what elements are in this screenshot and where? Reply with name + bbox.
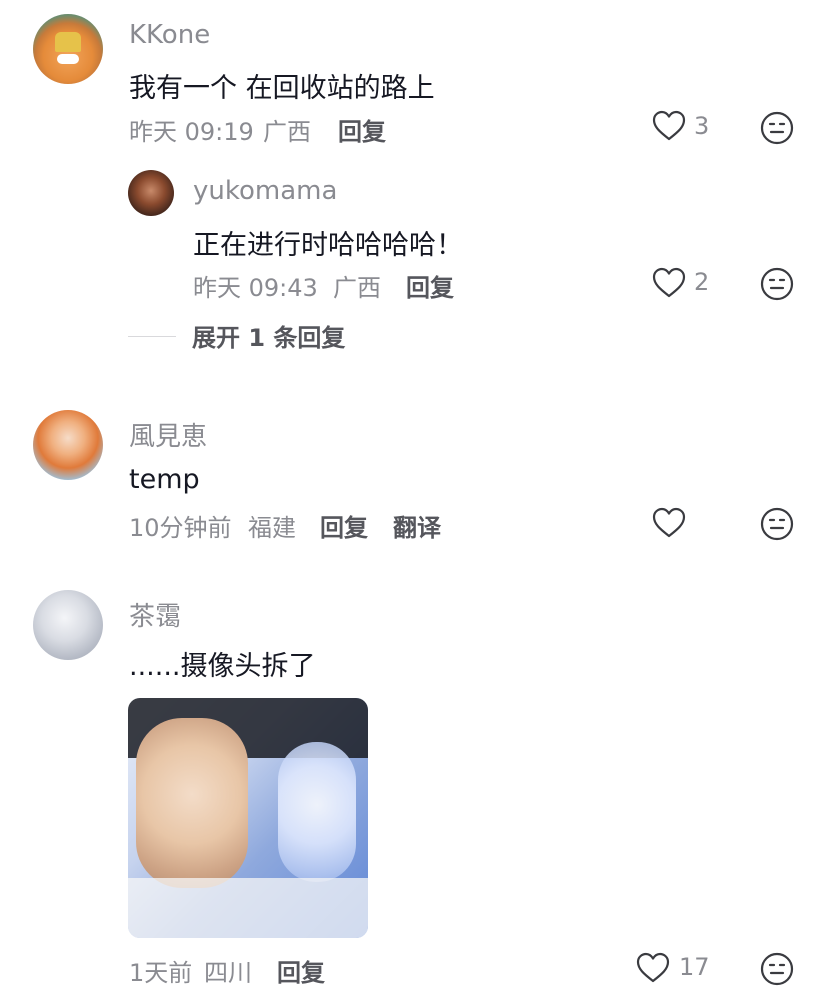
avatar-kkone[interactable] (33, 14, 103, 84)
neutral-face-icon[interactable] (760, 952, 794, 986)
reply-button[interactable]: 回复 (406, 268, 454, 303)
heart-icon[interactable] (652, 507, 686, 539)
reply-username[interactable]: yukomama (193, 176, 337, 206)
comment-username[interactable]: 風見恵 (129, 416, 207, 453)
comment-time: 1天前 (129, 959, 193, 987)
heart-icon[interactable] (652, 110, 686, 142)
comment-text: 我有一个 在回收站的路上 (129, 73, 435, 104)
comment-location: 福建 (248, 514, 296, 542)
comment-location: 广西 (263, 118, 311, 146)
expand-replies-button[interactable]: 展开 1 条回复 (192, 318, 345, 353)
comment-image-sticker[interactable] (128, 698, 368, 938)
like-count: 2 (694, 268, 710, 296)
reply-button[interactable]: 回复 (320, 508, 368, 543)
avatar-chaai[interactable] (33, 590, 103, 660)
reply-button[interactable]: 回复 (277, 953, 325, 988)
comment-location: 四川 (204, 959, 252, 987)
comment-username[interactable]: 茶霭 (129, 596, 181, 633)
comment-text: ......摄像头拆了 (129, 651, 316, 682)
heart-icon[interactable] (636, 952, 670, 984)
reply-time: 昨天 09:43 (193, 274, 318, 302)
avatar-yukomama[interactable] (128, 170, 174, 216)
comment-time: 昨天 09:19 (129, 118, 254, 146)
comment-username[interactable]: KKone (129, 20, 210, 50)
reply-text: 正在进行时哈哈哈哈！ (193, 230, 463, 261)
neutral-face-icon[interactable] (760, 111, 794, 145)
translate-button[interactable]: 翻译 (393, 508, 441, 543)
like-count: 3 (694, 112, 710, 140)
comment-text: temp (129, 464, 200, 495)
avatar-kazami[interactable] (33, 410, 103, 480)
expand-divider (128, 336, 176, 337)
heart-icon[interactable] (652, 267, 686, 299)
reply-button[interactable]: 回复 (338, 112, 386, 147)
neutral-face-icon[interactable] (760, 507, 794, 541)
like-count: 17 (679, 953, 710, 981)
neutral-face-icon[interactable] (760, 267, 794, 301)
reply-location: 广西 (333, 274, 381, 302)
comment-time: 10分钟前 (129, 514, 232, 542)
